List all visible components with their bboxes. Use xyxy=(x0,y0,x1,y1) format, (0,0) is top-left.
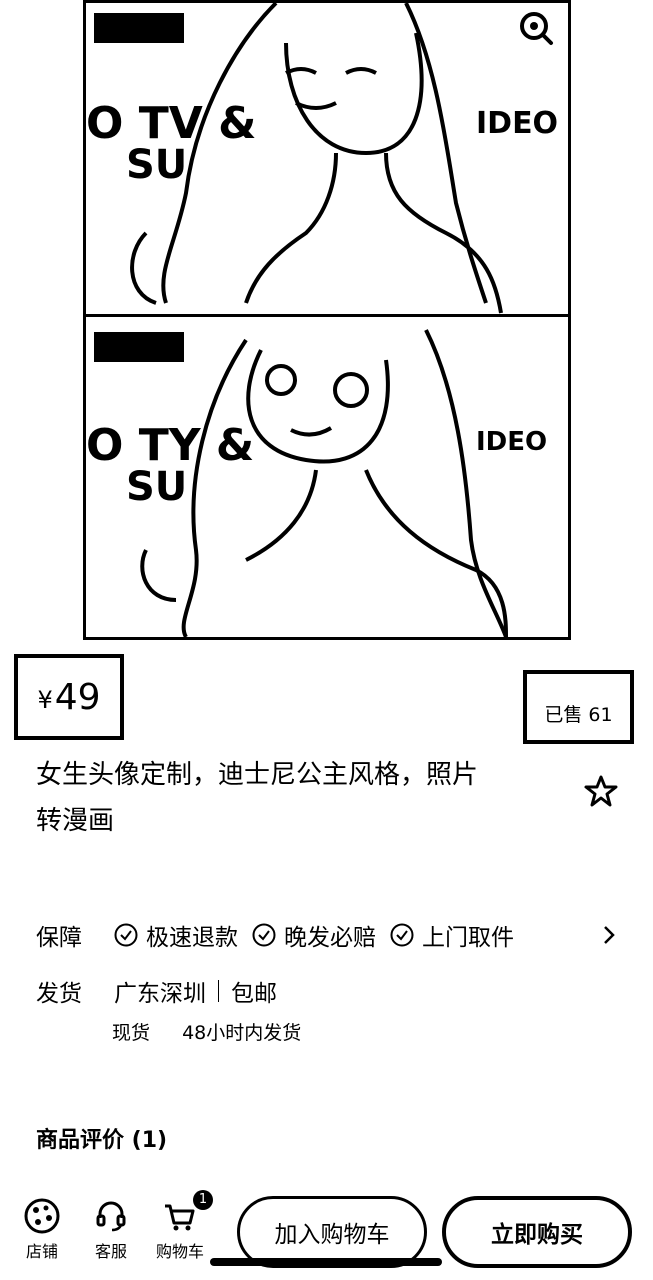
price-currency: ¥ xyxy=(37,686,53,714)
zoom-icon[interactable] xyxy=(518,10,554,46)
svg-text:SU: SU xyxy=(126,142,187,188)
price-value: 49 xyxy=(54,676,101,718)
guarantee-item-label: 上门取件 xyxy=(422,925,514,951)
svg-text:IDEO: IDEO xyxy=(476,106,558,141)
product-title-line1: 女生头像定制，迪士尼公主风格，照片 xyxy=(36,760,479,790)
product-title-line2: 转漫画 xyxy=(36,806,115,836)
buy-now-button[interactable]: 立即购买 xyxy=(442,1196,632,1268)
cart-label: 购物车 xyxy=(155,1242,204,1261)
star-icon[interactable] xyxy=(584,774,618,808)
chevron-right-icon[interactable] xyxy=(598,924,620,946)
check-circle-icon xyxy=(252,923,276,947)
svg-text:IDEO: IDEO xyxy=(476,427,547,457)
cart-count-badge: 1 xyxy=(193,1190,213,1210)
check-circle-icon xyxy=(390,923,414,947)
headset-icon xyxy=(96,1201,126,1232)
guarantee-item: 极速退款 xyxy=(114,918,238,952)
guarantee-label: 保障 xyxy=(36,925,82,951)
price: ¥ 49 xyxy=(14,654,124,740)
product-image[interactable]: O TV & SU IDEO O TY & SU IDEO xyxy=(83,0,571,640)
sold-count: 已售 61 xyxy=(523,670,634,744)
store-label: 店铺 xyxy=(25,1242,58,1261)
free-shipping: 包邮 xyxy=(231,981,277,1007)
guarantee-item-label: 极速退款 xyxy=(146,925,238,951)
check-circle-icon xyxy=(114,923,138,947)
stock-status: 现货 xyxy=(112,1022,151,1044)
service-button[interactable]: 客服 xyxy=(81,1198,141,1262)
store-button[interactable]: 店铺 xyxy=(12,1198,72,1262)
service-label: 客服 xyxy=(94,1242,127,1261)
guarantee-item-label: 晚发必赔 xyxy=(284,925,376,951)
shipping-location: 广东深圳 xyxy=(114,981,206,1007)
shipping-label: 发货 xyxy=(36,981,82,1007)
store-icon xyxy=(24,1198,60,1234)
image-divider xyxy=(83,314,571,317)
product-title: 女生头像定制，迪士尼公主风格，照片 转漫画 xyxy=(36,752,556,844)
svg-text:SU: SU xyxy=(126,464,187,510)
guarantee-item: 晚发必赔 xyxy=(252,918,376,952)
shipping-detail: 现货 48小时内发货 xyxy=(112,1018,327,1045)
dispatch-time: 48小时内发货 xyxy=(182,1022,302,1044)
shipping-row: 发货 广东深圳 包邮 xyxy=(36,974,277,1008)
divider xyxy=(218,980,219,1002)
home-indicator[interactable] xyxy=(210,1258,442,1266)
reviews-heading[interactable]: 商品评价 (1) xyxy=(36,1122,167,1154)
guarantee-row[interactable]: 保障 极速退款 晚发必赔 上门取件 xyxy=(36,918,528,952)
product-photo-illustration: O TV & SU IDEO O TY & SU IDEO xyxy=(86,1,558,639)
guarantee-item: 上门取件 xyxy=(390,918,514,952)
